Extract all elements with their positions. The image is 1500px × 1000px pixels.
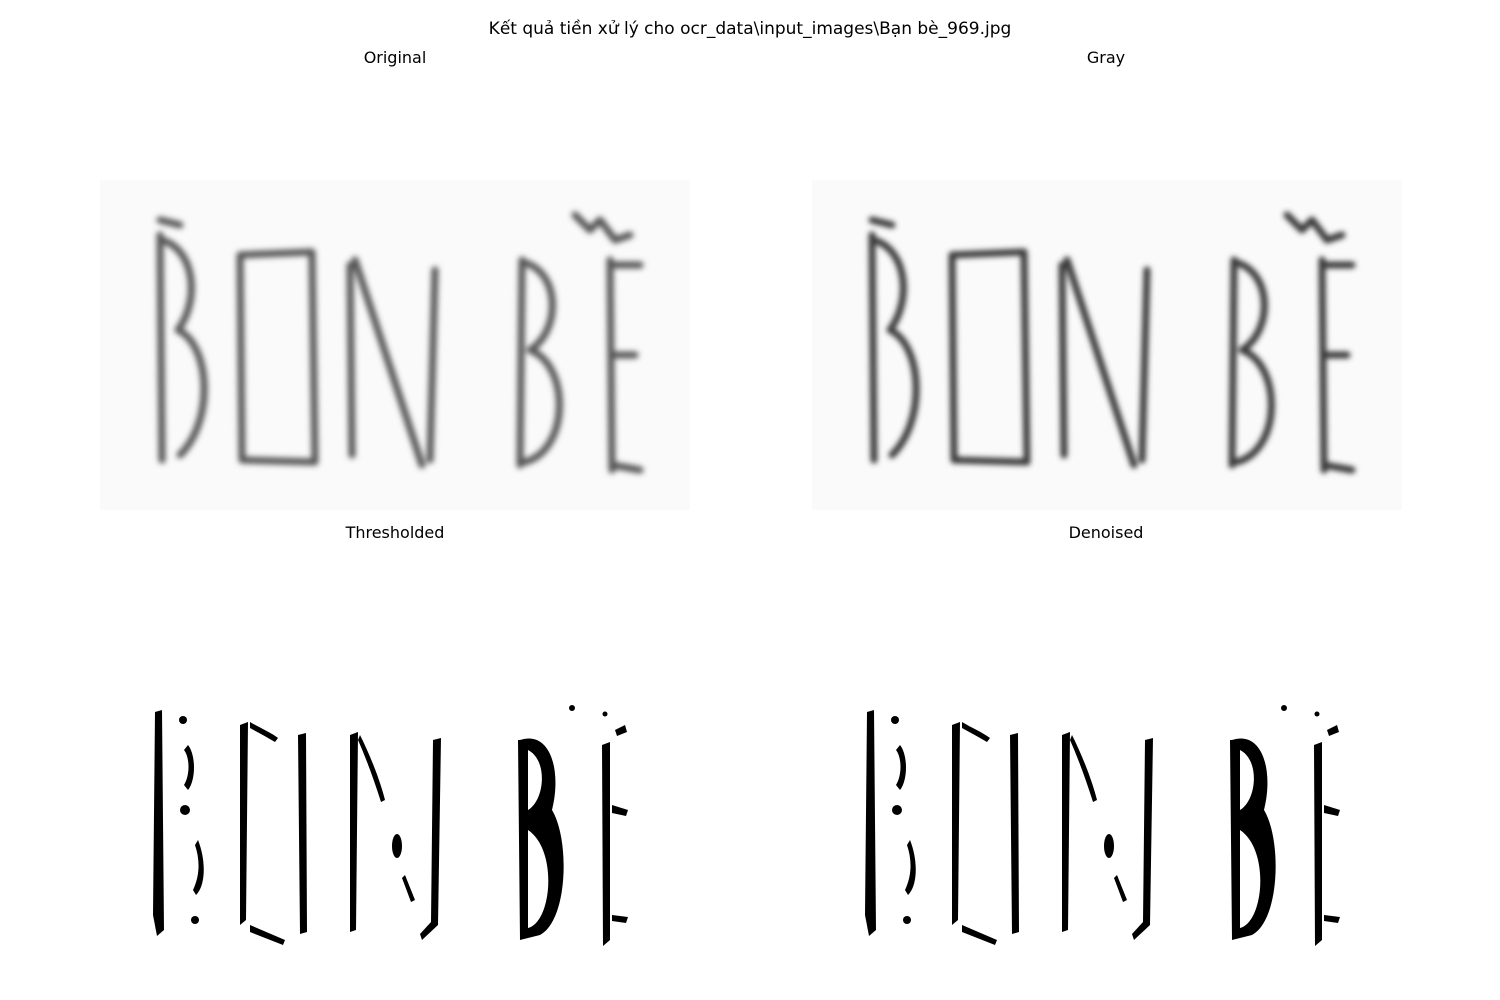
panel-title-denoised: Denoised	[1068, 523, 1144, 542]
thresholded-image-svg	[100, 700, 690, 950]
denoised-image-svg	[812, 700, 1402, 950]
panel-title-gray: Gray	[1086, 48, 1126, 67]
panel-title-original: Original	[363, 48, 427, 67]
denoised-image	[812, 700, 1402, 950]
thresholded-image	[100, 700, 690, 950]
gray-image	[812, 180, 1402, 510]
gray-image-svg	[812, 180, 1402, 510]
panel-title-thresholded: Thresholded	[345, 523, 445, 542]
figure-suptitle: Kết quả tiền xử lý cho ocr_data\input_im…	[488, 19, 1012, 39]
original-image	[100, 180, 690, 510]
original-image-svg	[100, 180, 690, 510]
